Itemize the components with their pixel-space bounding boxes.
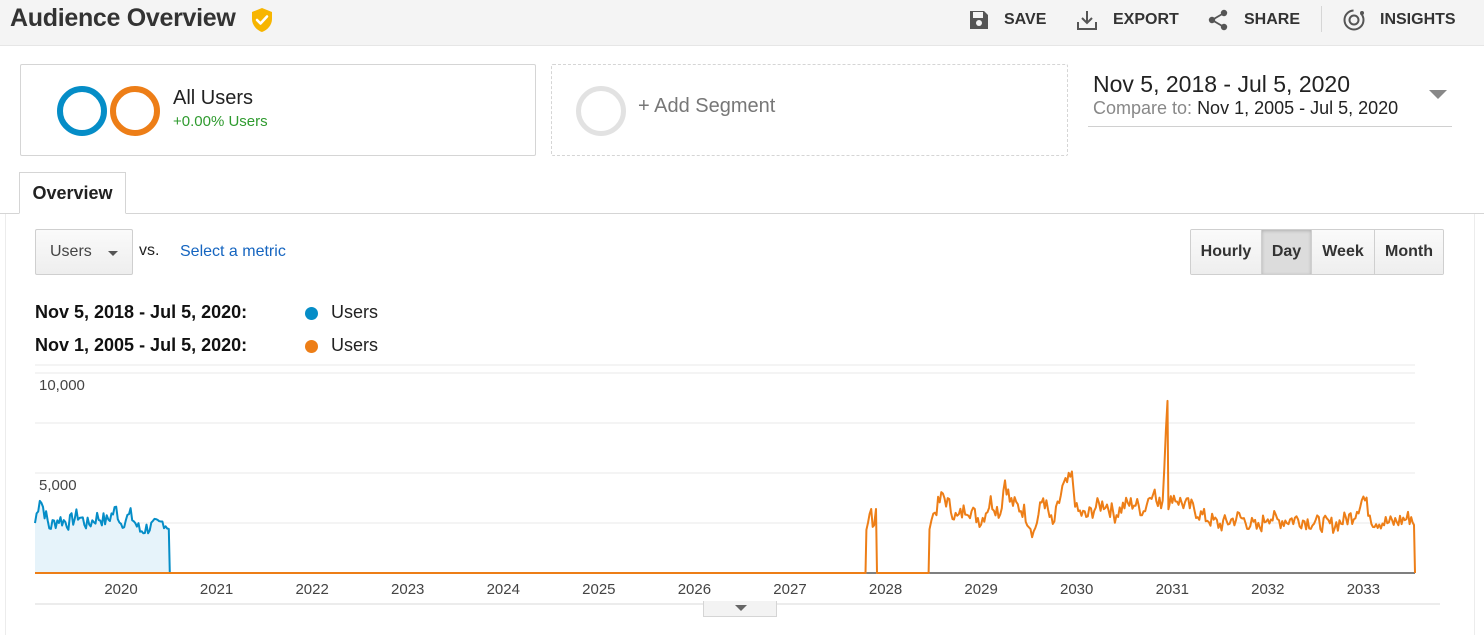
x-tick-label-8: 2028 [869, 581, 902, 598]
x-tick-label-6: 2026 [678, 581, 711, 598]
chart-y-ticks: 10,000 5,000 [39, 377, 85, 494]
users-line-chart: 10,000 5,000 2020 2021 2022 2023 2024 2025 2026… [34, 364, 1440, 605]
x-tick-label-3: 2023 [391, 581, 424, 598]
x-tick-label-13: 2033 [1347, 581, 1380, 598]
x-tick-label-4: 2024 [487, 581, 520, 598]
x-tick-label-9: 2029 [964, 581, 997, 598]
x-tick-label-2: 2022 [295, 581, 328, 598]
x-tick-label-7: 2027 [773, 581, 806, 598]
chart-expand-handle[interactable] [703, 601, 777, 617]
x-tick-label-10: 2030 [1060, 581, 1093, 598]
chart-x-ticks: 2020 2021 2022 2023 2024 2025 2026 2027 2028 2029… [104, 581, 1380, 598]
series-0-area [35, 500, 170, 573]
x-tick-label-0: 2020 [104, 581, 137, 598]
x-tick-label-5: 2025 [582, 581, 615, 598]
chevron-down-icon [735, 605, 747, 611]
x-tick-label-1: 2021 [200, 581, 233, 598]
y-tick-label-1: 5,000 [39, 477, 77, 494]
x-tick-label-11: 2031 [1156, 581, 1189, 598]
y-tick-label-0: 10,000 [39, 377, 85, 394]
x-tick-label-12: 2032 [1251, 581, 1284, 598]
chart-series [34, 399, 1416, 574]
chart-grid [35, 364, 1440, 605]
series-1-line [35, 399, 1416, 574]
